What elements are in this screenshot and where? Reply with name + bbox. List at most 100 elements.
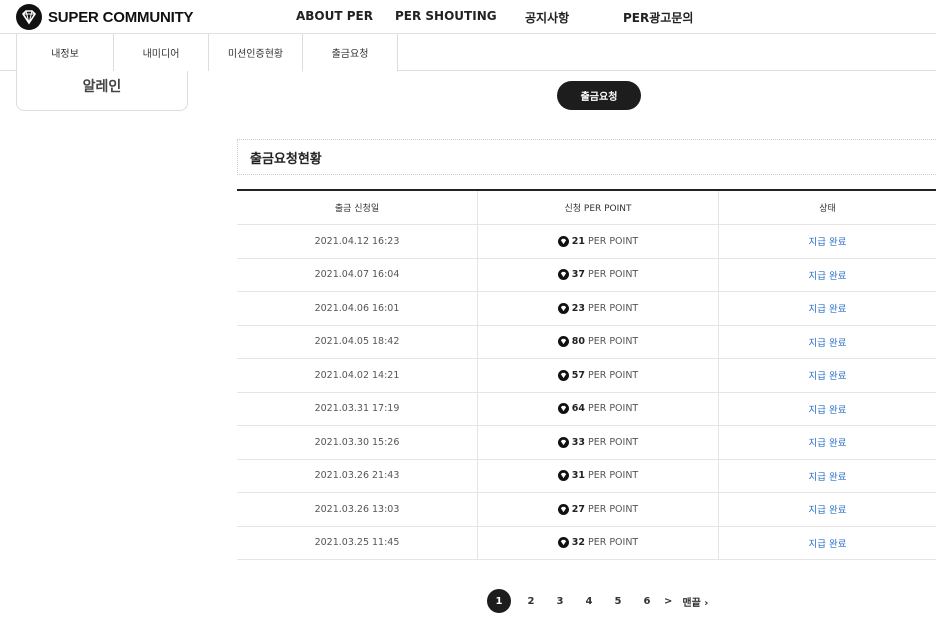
request-date: 2021.03.30 15:26	[237, 426, 478, 459]
points-value: 37	[571, 269, 585, 281]
table-row: 2021.03.25 11:45 32 PER POINT 지급 완료	[237, 526, 936, 560]
points-unit: PER POINT	[587, 403, 639, 415]
column-header-status: 상태	[819, 204, 836, 214]
points-value: 31	[571, 470, 585, 482]
page-link[interactable]: 5	[606, 589, 630, 613]
request-points: 23 PER POINT	[478, 292, 719, 325]
request-date: 2021.04.02 14:21	[237, 359, 478, 392]
section-title: 출금요청현황	[237, 139, 936, 175]
request-date: 2021.03.26 21:43	[237, 459, 478, 492]
request-points: 32 PER POINT	[478, 526, 719, 559]
diamond-point-icon	[557, 269, 569, 281]
page-link[interactable]: 4	[577, 589, 601, 613]
table-row: 2021.03.26 21:43 31 PER POINT 지급 완료	[237, 459, 936, 493]
status-label: 지급 완료	[808, 438, 847, 450]
points-value: 32	[571, 537, 585, 549]
column-header-points: 신청 PER POINT	[478, 191, 719, 224]
request-date: 2021.04.06 16:01	[237, 292, 478, 325]
request-points: 33 PER POINT	[478, 426, 719, 459]
withdraw-table: 출금 신청일 신청 PER POINT 상태 2021.04.12 16:23 2…	[237, 189, 936, 560]
user-name: 알레인	[82, 79, 122, 95]
page-link[interactable]: 6	[635, 589, 659, 613]
table-row: 2021.04.07 16:04 37 PER POINT 지급 완료	[237, 258, 936, 292]
table-row: 2021.04.12 16:23 21 PER POINT 지급 완료	[237, 225, 936, 259]
pagination: 1 2 3 4 5 6 > 맨끝 ›	[487, 589, 718, 613]
diamond-point-icon	[557, 369, 569, 381]
tab-mission-status[interactable]: 미션인증현황	[208, 34, 302, 71]
status-label: 지급 완료	[808, 404, 847, 416]
diamond-point-icon	[557, 436, 569, 448]
table-header-row: 출금 신청일 신청 PER POINT 상태	[237, 191, 936, 225]
points-value: 80	[571, 336, 585, 348]
top-header: SUPER COMMUNITY ABOUT PER PER SHOUTING 공…	[0, 0, 936, 34]
diamond-logo-icon	[16, 4, 42, 30]
diamond-point-icon	[557, 403, 569, 415]
page-link[interactable]: 3	[548, 589, 572, 613]
nav-per-shouting[interactable]: PER SHOUTING	[395, 9, 497, 23]
request-points: 64 PER POINT	[478, 392, 719, 425]
withdraw-request-button[interactable]: 출금요청	[557, 81, 641, 110]
points-value: 27	[571, 503, 585, 515]
points-unit: PER POINT	[587, 436, 639, 448]
points-unit: PER POINT	[587, 503, 639, 515]
status-label: 지급 완료	[808, 270, 847, 282]
profile-card: 알레인	[16, 71, 188, 111]
points-unit: PER POINT	[587, 336, 639, 348]
status-label: 지급 완료	[808, 471, 847, 483]
points-value: 57	[571, 369, 585, 381]
points-value: 21	[571, 235, 585, 247]
points-unit: PER POINT	[587, 269, 639, 281]
diamond-point-icon	[557, 336, 569, 348]
points-value: 33	[571, 436, 585, 448]
status-label: 지급 완료	[808, 505, 847, 517]
points-value: 64	[571, 403, 585, 415]
tab-my-info[interactable]: 내정보	[16, 34, 113, 71]
request-points: 31 PER POINT	[478, 459, 719, 492]
page-current[interactable]: 1	[487, 589, 511, 613]
status-label: 지급 완료	[808, 237, 847, 249]
request-points: 37 PER POINT	[478, 258, 719, 291]
table-row: 2021.04.05 18:42 80 PER POINT 지급 완료	[237, 325, 936, 359]
points-unit: PER POINT	[587, 537, 639, 549]
status-label: 지급 완료	[808, 304, 847, 316]
site-logo[interactable]: SUPER COMMUNITY	[16, 4, 194, 30]
request-points: 80 PER POINT	[478, 325, 719, 358]
diamond-point-icon	[557, 503, 569, 515]
request-date: 2021.04.12 16:23	[237, 225, 478, 258]
points-unit: PER POINT	[587, 470, 639, 482]
nav-about-per[interactable]: ABOUT PER	[296, 9, 373, 23]
points-unit: PER POINT	[587, 369, 639, 381]
diamond-point-icon	[557, 235, 569, 247]
tab-withdraw-request[interactable]: 출금요청	[302, 34, 398, 72]
request-date: 2021.04.07 16:04	[237, 258, 478, 291]
points-unit: PER POINT	[587, 235, 639, 247]
request-points: 57 PER POINT	[478, 359, 719, 392]
points-value: 23	[571, 302, 585, 314]
next-page-link[interactable]: >	[664, 596, 672, 607]
request-date: 2021.03.26 13:03	[237, 493, 478, 526]
request-points: 21 PER POINT	[478, 225, 719, 258]
column-header-date: 출금 신청일	[237, 191, 478, 224]
diamond-point-icon	[557, 537, 569, 549]
table-row: 2021.03.26 13:03 27 PER POINT 지급 완료	[237, 493, 936, 527]
nav-ad-inquiry[interactable]: PER광고문의	[623, 9, 693, 26]
mypage-tabs: 내정보 내미디어 미션인증현황 출금요청	[0, 34, 936, 72]
request-points: 27 PER POINT	[478, 493, 719, 526]
request-date: 2021.04.05 18:42	[237, 325, 478, 358]
status-label: 지급 완료	[808, 538, 847, 550]
nav-notice[interactable]: 공지사항	[525, 9, 569, 26]
table-row: 2021.04.06 16:01 23 PER POINT 지급 완료	[237, 292, 936, 326]
table-row: 2021.03.31 17:19 64 PER POINT 지급 완료	[237, 392, 936, 426]
table-row: 2021.04.02 14:21 57 PER POINT 지급 완료	[237, 359, 936, 393]
status-label: 지급 완료	[808, 337, 847, 349]
points-unit: PER POINT	[587, 302, 639, 314]
page-link[interactable]: 2	[519, 589, 543, 613]
diamond-point-icon	[557, 470, 569, 482]
table-row: 2021.03.30 15:26 33 PER POINT 지급 완료	[237, 426, 936, 460]
request-date: 2021.03.31 17:19	[237, 392, 478, 425]
request-date: 2021.03.25 11:45	[237, 526, 478, 559]
logo-text: SUPER COMMUNITY	[48, 8, 194, 26]
last-page-link[interactable]: 맨끝 ›	[682, 594, 708, 609]
tab-my-media[interactable]: 내미디어	[113, 34, 208, 71]
status-label: 지급 완료	[808, 371, 847, 383]
